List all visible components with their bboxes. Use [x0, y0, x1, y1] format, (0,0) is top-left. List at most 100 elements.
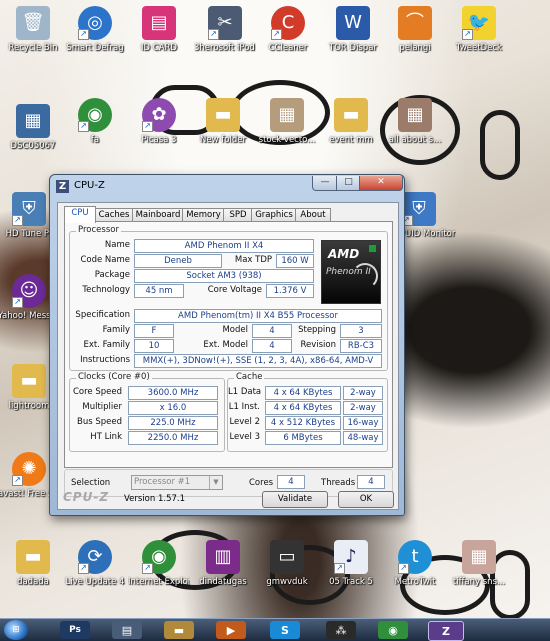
skype-taskbar-button[interactable]: S [270, 621, 300, 639]
tab-spd[interactable]: SPD [223, 208, 253, 222]
busspeed-value: 225.0 MHz [128, 416, 218, 430]
maximize-button[interactable]: □ [336, 176, 361, 191]
desktop-icon-internet-explorer[interactable]: ◉↗ Internet Explorer Tr... [128, 540, 190, 587]
validate-button[interactable]: Validate [262, 491, 328, 508]
photo-icon: ▦ [398, 98, 432, 132]
desktop-icon-gmwvduk[interactable]: ▭ gmwvduk [256, 540, 318, 587]
winrar-icon: ▥ [206, 540, 240, 574]
desktop-icon-recycle-bin[interactable]: 🗑 Recycle Bin [2, 6, 64, 53]
title-bar[interactable]: Z CPU-Z — □ ✕ [50, 175, 404, 197]
tab-mainboard[interactable]: Mainboard [132, 208, 184, 222]
folder-icon: ▬ [334, 98, 368, 132]
l1inst-label: L1 Inst. [228, 402, 260, 412]
desktop-icon-id-card[interactable]: ▤ ID CARD [128, 6, 190, 53]
processor-group-title: Processor [76, 225, 121, 235]
desktop-icon-3herosoft[interactable]: ✂↗ 3herosoft iPod to ... [194, 6, 256, 53]
explorer-taskbar-button[interactable]: ▬ [164, 621, 194, 639]
corespeed-label: Core Speed [72, 387, 122, 397]
desktop-icon-tweetdeck[interactable]: 🐦 ↗ TweetDeck [448, 6, 510, 53]
desktop-icon-live-update[interactable]: ⟳ ↗ Live Update 4 [64, 540, 126, 587]
desktop-icon-fa[interactable]: ◉ ↗ fa [64, 98, 126, 145]
icon-label: 05 Track 5 [329, 577, 373, 587]
picasa-icon: ✿ ↗ [142, 98, 176, 132]
desktop-icon-dindatugas[interactable]: ▥ dindatugas [192, 540, 254, 587]
cpuz-taskbar-button[interactable]: Z [428, 621, 464, 641]
desktop-icon-ccleaner[interactable]: C ↗ CCleaner [257, 6, 319, 53]
tab-cpu[interactable]: CPU [64, 206, 96, 223]
family-label: Family [102, 325, 130, 335]
desktop-icon-all-about[interactable]: ▦ all about s... [384, 98, 446, 145]
revision-label: Revision [300, 340, 336, 350]
cache-group-title: Cache [234, 372, 265, 382]
photo-icon: ▦ [16, 104, 50, 138]
photoshop-taskbar-button[interactable]: Ps [60, 621, 90, 639]
desktop-icon-dsc05067[interactable]: ▦ DSC05067 [2, 104, 64, 151]
extmodel-value: 4 [252, 339, 292, 353]
taskbar: ⊞ Ps ▤ ▬ ▶ S ⁂ ◉ Z [0, 618, 550, 641]
desktop-icon-stock-vector[interactable]: ▦ stock vecto... [256, 98, 318, 145]
chrome-taskbar-button[interactable]: ◉ [378, 621, 408, 639]
desktop-icon-pelangi[interactable]: ⌒ pelangi [384, 6, 446, 53]
threads-label: Threads [321, 478, 356, 488]
instructions-value: MMX(+), 3DNow!(+), SSE (1, 2, 3, 4A), x8… [134, 354, 382, 368]
desktop-icon-picasa[interactable]: ✿ ↗ Picasa 3 [128, 98, 190, 145]
desktop-icon-metrotwit[interactable]: t ↗ MetroTwit [384, 540, 446, 587]
folder-icon: ▬ [16, 540, 50, 574]
desktop-icon-dadada[interactable]: ▬ dadada [2, 540, 64, 587]
l1inst-assoc: 2-way [343, 401, 383, 415]
package-label: Package [94, 270, 130, 280]
l1data-assoc: 2-way [343, 386, 383, 400]
icon-label: tiffany sns... [452, 577, 506, 587]
tab-about[interactable]: About [295, 208, 331, 222]
corevoltage-label: Core Voltage [207, 285, 262, 295]
yahoo-messenger-icon: ☺ ↗ [12, 274, 46, 308]
folder-icon: ▬ [206, 98, 240, 132]
icon-label: Picasa 3 [141, 135, 177, 145]
minimize-button[interactable]: — [312, 176, 338, 191]
word-document-icon: W [336, 6, 370, 40]
icon-label: New folder [200, 135, 246, 145]
l1inst-value: 4 x 64 KBytes [265, 401, 341, 415]
media-player-taskbar-button[interactable]: ▶ [216, 621, 246, 639]
clocks-group-title: Clocks (Core #0) [76, 372, 152, 382]
document-taskbar-button[interactable]: ▤ [112, 621, 142, 639]
ok-button[interactable]: OK [338, 491, 394, 508]
desktop-icon-tiffany[interactable]: ▦ tiffany sns... [448, 540, 510, 587]
desktop-icon-event-mm[interactable]: ▬ event mm [320, 98, 382, 145]
model-label: Model [222, 325, 248, 335]
maxtdp-label: Max TDP [234, 255, 272, 265]
icon-label: stock vecto... [258, 135, 316, 145]
tab-graphics[interactable]: Graphics [251, 208, 297, 222]
desktop-icon-new-folder[interactable]: ▬ New folder [192, 98, 254, 145]
tab-memory[interactable]: Memory [182, 208, 225, 222]
processor-select[interactable]: Processor #1 ▼ [131, 475, 223, 490]
tab-caches[interactable]: Caches [94, 208, 134, 222]
mp3-icon: ♪ ↗ [334, 540, 368, 574]
icon-label: Smart Defrag [66, 43, 124, 53]
processor-select-value: Processor #1 [134, 477, 191, 487]
blackberry-taskbar-button[interactable]: ⁂ [326, 621, 356, 639]
level3-label: Level 3 [229, 432, 260, 442]
cpuz-app-icon: Z [56, 180, 69, 193]
metrotwit-icon: t ↗ [398, 540, 432, 574]
level3-assoc: 48-way [343, 431, 383, 445]
close-button[interactable]: ✕ [359, 176, 403, 191]
icon-label: HD Tune Pr [5, 229, 53, 239]
extmodel-label: Ext. Model [203, 340, 248, 350]
corespeed-value: 3600.0 MHz [128, 386, 218, 400]
folder-icon: ▬ [12, 364, 46, 398]
htlink-value: 2250.0 MHz [128, 431, 218, 445]
extfamily-value: 10 [134, 339, 174, 353]
icon-label: TweetDeck [456, 43, 502, 53]
desktop-icon-tor-dispar[interactable]: W TOR Dispar [322, 6, 384, 53]
level3-value: 6 MBytes [265, 431, 341, 445]
avast-icon: ✺ ↗ [12, 452, 46, 486]
start-button[interactable]: ⊞ [4, 620, 28, 640]
desktop-icon-smart-defrag[interactable]: ◎ ↗ Smart Defrag [64, 6, 126, 53]
amd-brand-text: AMD [328, 247, 360, 261]
chrome-icon: ◉ ↗ [78, 98, 112, 132]
desktop-icon-track-5[interactable]: ♪ ↗ 05 Track 5 [320, 540, 382, 587]
technology-label: Technology [82, 285, 130, 295]
icon-label: dindatugas [199, 577, 247, 587]
cores-label: Cores [249, 478, 274, 488]
